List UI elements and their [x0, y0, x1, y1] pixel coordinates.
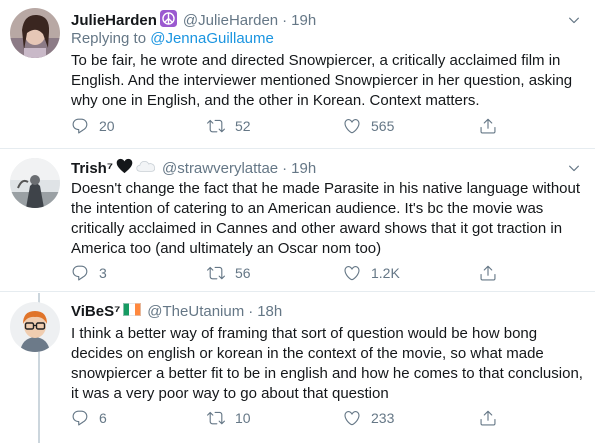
timestamp[interactable]: 19h	[291, 12, 316, 29]
tweet-text: To be fair, he wrote and directed Snowpi…	[71, 52, 573, 109]
retweet-count: 52	[235, 118, 251, 134]
tweet-header: ViBeS⁷ @TheUtanium · 18h	[71, 303, 282, 320]
like-count: 233	[371, 410, 395, 426]
reply-count: 6	[99, 410, 107, 426]
reply-button[interactable]: 20	[71, 117, 115, 135]
share-icon	[479, 264, 497, 282]
chevron-down-icon[interactable]	[567, 161, 581, 175]
tweet-header: JulieHarden @JulieHarden · 19h	[71, 10, 316, 31]
replying-to-link[interactable]: @JennaGuillaume	[150, 30, 274, 47]
user-handle[interactable]: @JulieHarden	[183, 12, 278, 29]
user-handle[interactable]: @strawverylattae	[162, 160, 278, 177]
retweet-button[interactable]: 52	[207, 117, 251, 135]
user-handle[interactable]: @TheUtanium	[147, 303, 244, 320]
display-name[interactable]: ViBeS⁷	[71, 303, 120, 320]
reply-button[interactable]: 3	[71, 264, 107, 282]
separator-dot: ·	[282, 159, 288, 177]
separator-dot: ·	[248, 303, 254, 320]
reply-count: 3	[99, 265, 107, 281]
avatar[interactable]	[10, 8, 60, 58]
avatar-photo-icon	[10, 302, 60, 352]
reply-count: 20	[99, 118, 115, 134]
replying-prefix: Replying to	[71, 30, 151, 47]
share-button[interactable]	[479, 264, 507, 282]
timestamp[interactable]: 19h	[291, 160, 316, 177]
like-button[interactable]: 1.2K	[343, 264, 400, 282]
avatar-photo-icon	[10, 8, 60, 58]
separator-dot: ·	[282, 12, 288, 29]
black-heart-icon	[116, 158, 133, 178]
avatar[interactable]	[10, 302, 60, 352]
cloud-icon	[136, 159, 156, 177]
reply-icon	[71, 117, 89, 135]
retweet-count: 10	[235, 410, 251, 426]
retweet-icon	[207, 409, 225, 427]
share-button[interactable]	[479, 117, 507, 135]
tweet-actions: 20 52 565	[71, 117, 581, 137]
chevron-down-icon[interactable]	[567, 13, 581, 27]
display-name[interactable]: Trish⁷	[71, 160, 113, 177]
tweet-header: Trish⁷ @strawverylattae · 19h	[71, 158, 316, 178]
tweet-text: I think a better way of framing that sor…	[71, 325, 583, 402]
display-name[interactable]: JulieHarden	[71, 12, 157, 29]
retweet-icon	[207, 117, 225, 135]
like-count: 1.2K	[371, 265, 400, 281]
like-count: 565	[371, 118, 395, 134]
replying-to: Replying to @JennaGuillaume	[71, 30, 274, 47]
retweet-button[interactable]: 56	[207, 264, 251, 282]
like-button[interactable]: 233	[343, 409, 394, 427]
heart-icon	[343, 117, 361, 135]
share-icon	[479, 117, 497, 135]
heart-icon	[343, 409, 361, 427]
avatar-photo-icon	[10, 158, 60, 208]
avatar[interactable]	[10, 158, 60, 208]
timestamp[interactable]: 18h	[257, 303, 282, 320]
heart-icon	[343, 264, 361, 282]
like-button[interactable]: 565	[343, 117, 394, 135]
retweet-count: 56	[235, 265, 251, 281]
reply-button[interactable]: 6	[71, 409, 107, 427]
reply-icon	[71, 264, 89, 282]
reply-icon	[71, 409, 89, 427]
tweet-actions: 6 10 233	[71, 409, 581, 429]
tweet-actions: 3 56 1.2K	[71, 264, 581, 284]
tweet[interactable]: ViBeS⁷ @TheUtanium · 18h I think a bette…	[0, 292, 595, 443]
retweet-button[interactable]: 10	[207, 409, 251, 427]
tweet[interactable]: Trish⁷ @strawverylattae · 19h Doesn't ch…	[0, 149, 595, 291]
share-icon	[479, 409, 497, 427]
peace-sign-icon	[159, 10, 177, 31]
tweet[interactable]: JulieHarden @JulieHarden · 19h Replying …	[0, 0, 595, 148]
retweet-icon	[207, 264, 225, 282]
ireland-flag-icon	[123, 303, 142, 320]
share-button[interactable]	[479, 409, 507, 427]
tweet-text: Doesn't change the fact that he made Par…	[71, 180, 581, 257]
